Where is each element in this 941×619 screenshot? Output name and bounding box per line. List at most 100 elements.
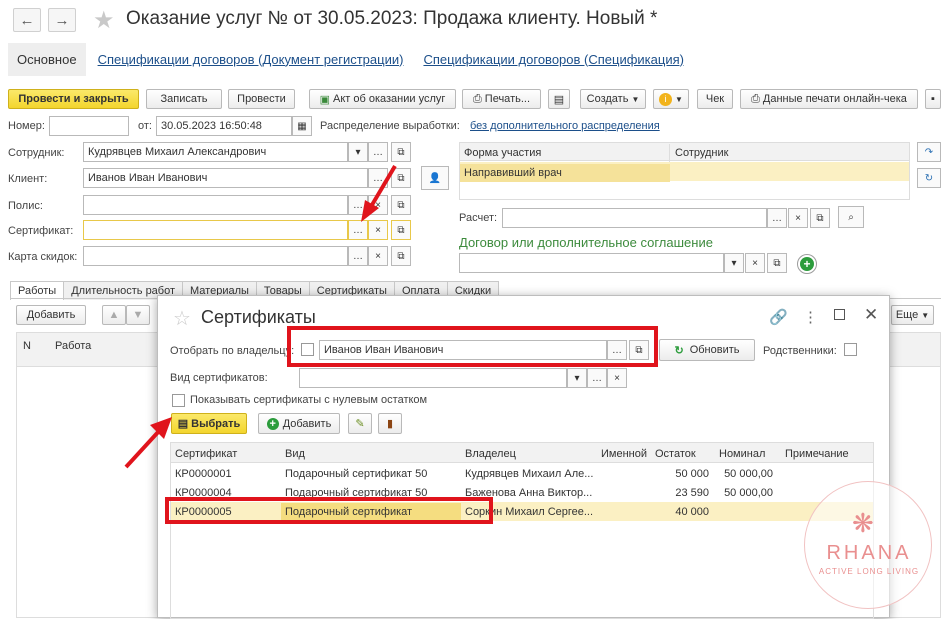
print-label: Печать...	[484, 93, 530, 105]
report-icon: ▤	[553, 93, 565, 106]
discount-field[interactable]	[83, 246, 348, 266]
type-field[interactable]	[299, 368, 567, 388]
menu-dots-icon[interactable]: ⋮	[803, 308, 818, 326]
tab-spec[interactable]: Спецификации договоров (Спецификация)	[423, 52, 684, 67]
online-check-label: Данные печати онлайн-чека	[762, 93, 907, 105]
date-label: от:	[138, 120, 152, 132]
move-up-icon[interactable]: ↷	[917, 142, 941, 162]
number-label: Номер:	[8, 120, 45, 132]
column-header: N	[23, 340, 31, 352]
contract-heading: Договор или дополнительное соглашение	[459, 235, 713, 250]
clear-icon[interactable]: ×	[745, 253, 765, 273]
save-button[interactable]: Записать	[146, 89, 222, 109]
delete-icon[interactable]: ▮	[378, 413, 402, 434]
move-down-icon[interactable]: ▼	[126, 305, 150, 325]
link-icon[interactable]: 🔗	[769, 308, 788, 326]
policy-label: Полис:	[8, 200, 43, 212]
close-icon[interactable]: ✕	[864, 305, 878, 325]
dialog-title: Сертификаты	[201, 307, 316, 327]
choose-icon[interactable]: …	[348, 246, 368, 266]
refresh-button[interactable]: ↻ Обновить	[659, 339, 755, 361]
tab-main[interactable]: Основное	[8, 42, 86, 76]
distribution-link[interactable]: без дополнительного распределения	[470, 120, 660, 132]
clear-icon[interactable]: ×	[607, 368, 627, 388]
table-cell: Кудрявцев Михаил Але...	[465, 468, 594, 480]
watermark-logo: ❋ RHANA ACTIVE LONG LIVING	[804, 481, 932, 609]
forward-button[interactable]: →	[48, 8, 76, 32]
more-toolbar-icon[interactable]: ▪	[925, 89, 941, 109]
choose-icon[interactable]: …	[767, 208, 787, 228]
calendar-icon[interactable]: ▦	[292, 116, 312, 136]
open-icon[interactable]: ⧉	[810, 208, 830, 228]
add-work-button[interactable]: Добавить	[16, 305, 86, 325]
relatives-checkbox[interactable]	[844, 343, 857, 356]
column-header: Примечание	[785, 448, 849, 460]
column-header: Форма участия	[460, 144, 670, 162]
act-icon: ▣	[319, 93, 330, 106]
print-button[interactable]: ⎙ Печать...	[462, 89, 541, 109]
back-button[interactable]: ←	[13, 8, 41, 32]
number-field[interactable]	[49, 116, 129, 136]
column-header: Именной	[601, 448, 647, 460]
client-card-icon[interactable]: 👤	[421, 166, 449, 190]
refresh-icon[interactable]: ↻	[917, 168, 941, 188]
maximize-icon[interactable]	[834, 309, 845, 320]
annotation-arrow-icon	[361, 164, 397, 222]
act-label: Акт об оказании услуг	[333, 93, 446, 105]
type-label: Вид сертификатов:	[170, 372, 268, 384]
client-field[interactable]: Иванов Иван Иванович	[83, 168, 368, 188]
more-button[interactable]: Еще ▼	[891, 305, 934, 325]
move-up-icon[interactable]: ▲	[102, 305, 126, 325]
dropdown-icon[interactable]: ▾	[348, 142, 368, 162]
clear-icon[interactable]: ×	[368, 246, 388, 266]
table-cell: 23 590	[675, 487, 709, 499]
client-label: Клиент:	[8, 173, 48, 185]
info-button[interactable]: i ▼	[653, 89, 689, 109]
report-button[interactable]: ▤	[548, 89, 570, 109]
online-check-button[interactable]: ⎙ Данные печати онлайн-чека	[740, 89, 918, 109]
open-icon[interactable]: ⧉	[391, 246, 411, 266]
choose-icon[interactable]: …	[587, 368, 607, 388]
dropdown-icon[interactable]: ▾	[567, 368, 587, 388]
more-label: Еще	[895, 309, 919, 321]
relatives-label: Родственники:	[763, 345, 837, 357]
column-header: Сотрудник	[675, 147, 729, 159]
dropdown-icon[interactable]: ▾	[724, 253, 744, 273]
refresh-icon: ↻	[674, 344, 684, 357]
date-field[interactable]: 30.05.2023 16:50:48	[156, 116, 292, 136]
column-header: Вид	[285, 448, 305, 460]
column-header: Работа	[55, 340, 92, 352]
page-title: Оказание услуг № от 30.05.2023: Продажа …	[126, 8, 658, 29]
check-button[interactable]: Чек	[697, 89, 733, 109]
create-button[interactable]: Создать ▼	[580, 89, 646, 109]
add-button[interactable]: + Добавить	[258, 413, 340, 434]
printer-icon: ⎙	[472, 92, 482, 105]
plus-icon: +	[266, 417, 279, 430]
employee-field[interactable]: Кудрявцев Михаил Александрович	[83, 142, 348, 162]
flower-logo-icon: ❋	[852, 508, 874, 538]
open-icon[interactable]: ⧉	[767, 253, 787, 273]
favorite-star-icon[interactable]: ★	[93, 6, 115, 35]
choose-icon[interactable]: …	[368, 142, 388, 162]
search-icon[interactable]: ⌕	[838, 206, 864, 228]
owner-label: Отобрать по владельцу:	[170, 345, 295, 357]
post-and-close-button[interactable]: Провести и закрыть	[8, 89, 139, 109]
act-button[interactable]: ▣ Акт об оказании услуг	[309, 89, 456, 109]
contract-field[interactable]	[459, 253, 724, 273]
add-contract-button[interactable]: +	[797, 254, 817, 274]
select-button[interactable]: ▤ Выбрать	[171, 413, 247, 434]
chevron-down-icon: ▼	[631, 94, 640, 104]
post-button[interactable]: Провести	[228, 89, 295, 109]
certificate-field[interactable]	[83, 220, 348, 240]
favorite-star-icon[interactable]: ☆	[173, 306, 191, 331]
clear-icon[interactable]: ×	[788, 208, 808, 228]
participation-table: Форма участия Сотрудник Направивший врач	[459, 142, 910, 200]
printer-icon: ⎙	[751, 92, 760, 105]
tab-spec-registration[interactable]: Спецификации договоров (Документ регистр…	[98, 52, 404, 67]
select-label: Выбрать	[191, 417, 241, 430]
calc-field[interactable]	[502, 208, 767, 228]
edit-icon[interactable]: ✎	[348, 413, 372, 434]
policy-field[interactable]	[83, 195, 348, 215]
open-icon[interactable]: ⧉	[391, 142, 411, 162]
highlight-box	[165, 497, 493, 524]
